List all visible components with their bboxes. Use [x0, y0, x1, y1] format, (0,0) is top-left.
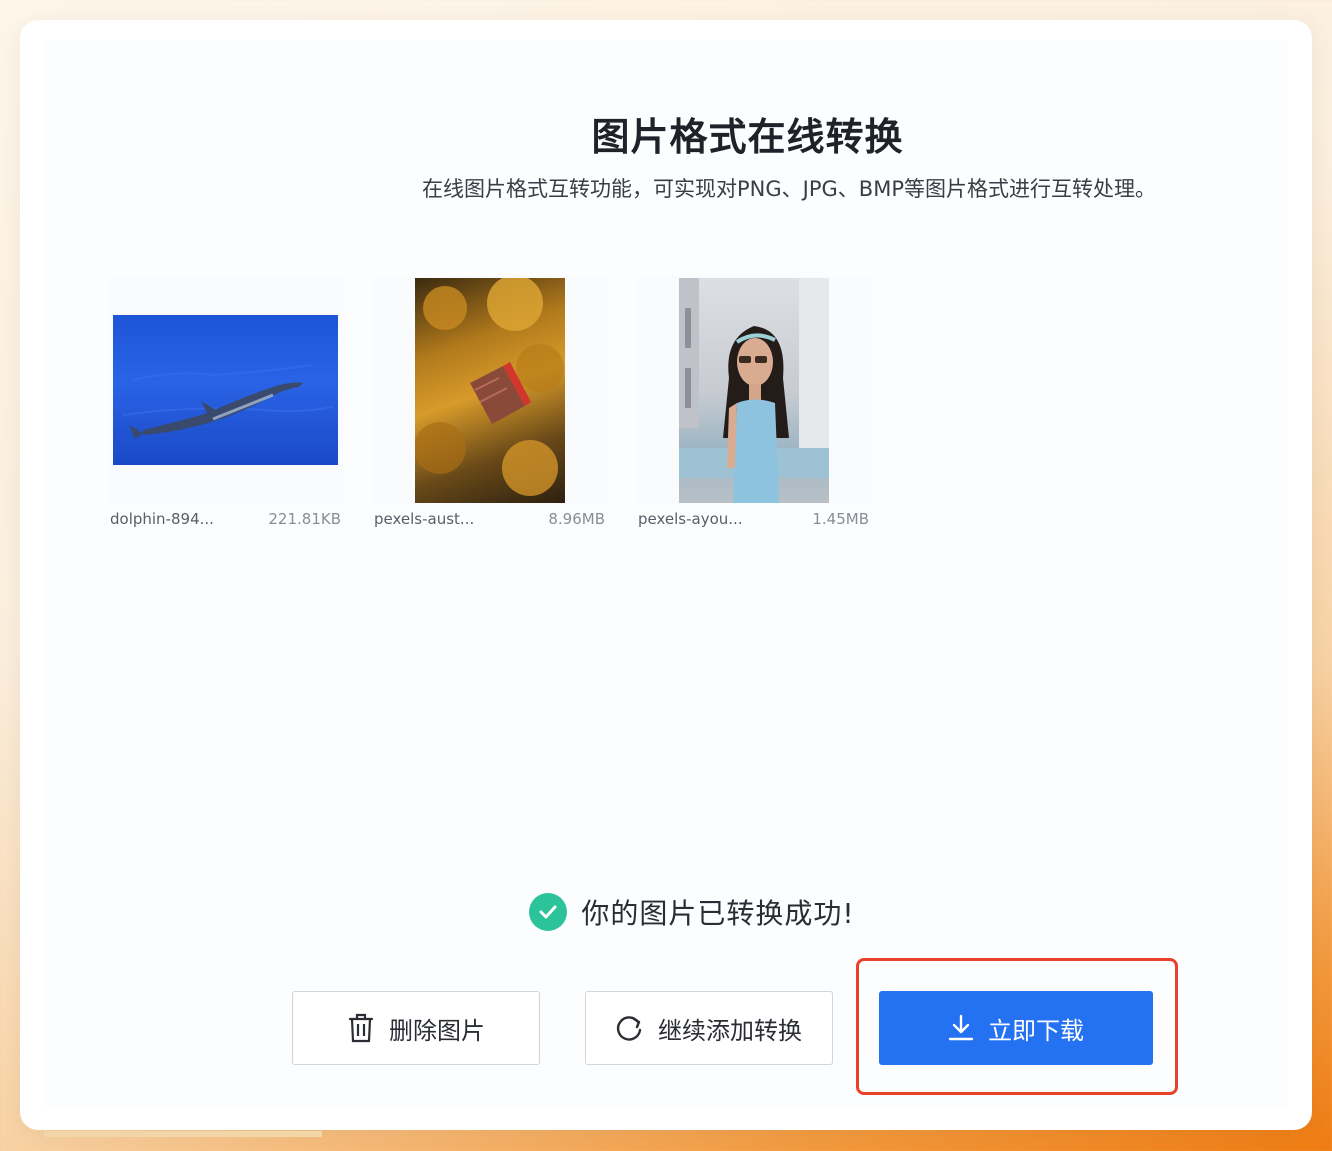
status-message: 你的图片已转换成功!: [581, 897, 855, 930]
download-highlight-frame: [856, 958, 1178, 1095]
refresh-icon: [616, 1014, 644, 1042]
conversion-status: 你的图片已转换成功!: [20, 892, 1264, 932]
file-size: 221.81KB: [268, 510, 341, 528]
page-subtitle: 在线图片格式互转功能，可实现对PNG、JPG、BMP等图片格式进行互转处理。: [422, 177, 1156, 201]
forest-house-photo: [414, 277, 565, 503]
file-card[interactable]: pexels-ayou... 1.45MB: [636, 276, 871, 538]
woman-portrait-photo: [678, 277, 829, 503]
dolphin-photo: [113, 315, 338, 465]
file-size: 8.96MB: [548, 510, 605, 528]
decorative-strip: [44, 1131, 322, 1137]
preview-area: 图片格式在线转换 在线图片格式互转功能，可实现对PNG、JPG、BMP等图片格式…: [44, 40, 1288, 866]
file-name: pexels-aust...: [374, 510, 475, 528]
file-card[interactable]: pexels-aust... 8.96MB: [372, 276, 607, 538]
trash-icon: [347, 1013, 375, 1043]
delete-button-label: 删除图片: [389, 1016, 485, 1045]
converter-card: 图片格式在线转换 在线图片格式互转功能，可实现对PNG、JPG、BMP等图片格式…: [20, 20, 1312, 1130]
check-circle-icon: [529, 893, 568, 931]
file-meta: pexels-aust... 8.96MB: [374, 510, 605, 528]
thumbnail-frame: [636, 276, 871, 504]
delete-images-button[interactable]: 删除图片: [292, 991, 540, 1065]
file-meta: dolphin-894... 221.81KB: [110, 510, 341, 528]
file-name: dolphin-894...: [110, 510, 214, 528]
continue-convert-button[interactable]: 继续添加转换: [585, 991, 833, 1065]
file-card[interactable]: dolphin-894... 221.81KB: [108, 276, 343, 538]
file-meta: pexels-ayou... 1.45MB: [638, 510, 869, 528]
continue-button-label: 继续添加转换: [658, 1016, 802, 1045]
thumbnail-frame: [372, 276, 607, 504]
page-title: 图片格式在线转换: [591, 115, 904, 159]
file-name: pexels-ayou...: [638, 510, 743, 528]
thumbnail-frame: [108, 276, 343, 504]
file-size: 1.45MB: [812, 510, 869, 528]
converter-panel: 图片格式在线转换 在线图片格式互转功能，可实现对PNG、JPG、BMP等图片格式…: [44, 40, 1288, 1108]
